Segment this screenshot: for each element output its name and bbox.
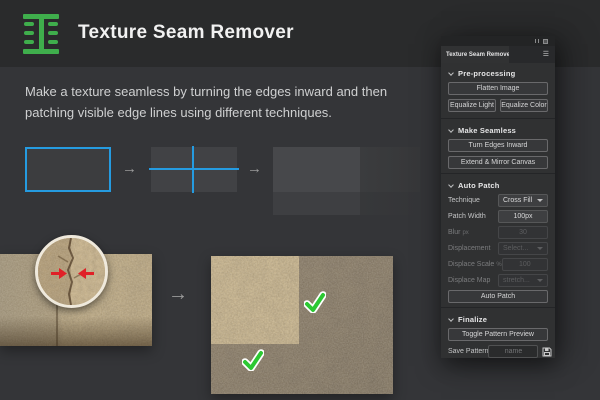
displacement-row: Displacement Select...	[448, 242, 548, 255]
patch-width-label: Patch Width	[448, 213, 486, 220]
extend-mirror-canvas-button[interactable]: Extend & Mirror Canvas	[448, 156, 548, 169]
intro-text: Make a texture seamless by turning the e…	[25, 81, 387, 123]
panel-menu-icon[interactable]: ☰	[543, 51, 549, 58]
displacement-dropdown: Select...	[498, 242, 548, 255]
quad-bottom-left	[273, 192, 360, 215]
chevron-down-icon	[537, 279, 543, 282]
patch-width-input[interactable]	[498, 210, 548, 223]
displacement-label: Displacement	[448, 245, 490, 252]
blur-label: Blur	[448, 229, 460, 236]
patch-width-row: Patch Width	[448, 210, 548, 223]
quad-top-right	[360, 147, 420, 192]
panel-options-icon[interactable]	[543, 39, 548, 44]
cross-horizontal-line	[149, 168, 239, 170]
equalize-color-button[interactable]: Equalize Color	[500, 99, 548, 112]
diagram-patched-result	[273, 147, 420, 215]
save-pattern-input[interactable]	[488, 345, 538, 358]
save-pattern-label: Save Pattern	[448, 348, 488, 355]
chevron-down-icon	[537, 247, 543, 250]
displace-scale-row: Displace Scale % 100	[448, 258, 548, 271]
panel-body: Pre-processing Flatten Image Equalize Li…	[441, 63, 555, 358]
arrow-right-icon: →	[122, 161, 137, 176]
equalize-light-button[interactable]: Equalize Light	[448, 99, 496, 112]
diagram-cross-split	[151, 147, 237, 192]
arrow-right-icon: →	[247, 161, 262, 176]
plugin-panel: Texture Seam Remover ☰ Pre-processing Fl…	[441, 36, 555, 358]
panel-title-strip	[441, 36, 555, 46]
section-divider	[441, 118, 555, 119]
checkmark-icon	[242, 349, 264, 371]
displace-map-dropdown: stretch...	[498, 274, 548, 287]
technique-dropdown[interactable]: Cross Fill	[498, 194, 548, 207]
section-auto-patch[interactable]: Auto Patch	[448, 180, 548, 191]
displace-scale-unit: %	[496, 262, 501, 268]
section-divider	[441, 307, 555, 308]
save-icon[interactable]	[542, 347, 552, 357]
promo-page: Texture Seam Remover Make a texture seam…	[0, 0, 600, 400]
diagram-selected-texture	[25, 147, 111, 192]
turn-edges-inward-button[interactable]: Turn Edges Inward	[448, 139, 548, 152]
checkmark-icon	[304, 291, 326, 313]
technique-label: Technique	[448, 197, 480, 204]
blur-row: Blur px 30	[448, 226, 548, 239]
panel-tab-bar: Texture Seam Remover ☰	[441, 46, 555, 63]
chevron-down-icon	[448, 182, 454, 188]
intro-line-1: Make a texture seamless by turning the e…	[25, 81, 387, 102]
seam-magnifier-circle	[35, 235, 108, 308]
quad-bottom-right	[360, 192, 420, 215]
page-title: Texture Seam Remover	[78, 22, 294, 44]
chevron-down-icon	[537, 199, 543, 202]
section-preprocessing[interactable]: Pre-processing	[448, 68, 548, 79]
technique-row: Technique Cross Fill	[448, 194, 548, 207]
blur-input: 30	[498, 226, 548, 239]
save-pattern-row: Save Pattern	[448, 345, 548, 358]
section-make-seamless[interactable]: Make Seamless	[448, 125, 548, 136]
collapse-panel-icon[interactable]	[535, 39, 540, 43]
app-logo-icon	[22, 14, 60, 54]
displace-scale-label: Displace Scale	[448, 261, 494, 268]
chevron-down-icon	[448, 70, 454, 76]
flatten-image-button[interactable]: Flatten Image	[448, 82, 548, 95]
section-divider	[441, 173, 555, 174]
chevron-down-icon	[448, 316, 454, 322]
toggle-pattern-preview-button[interactable]: Toggle Pattern Preview	[448, 328, 548, 341]
blur-unit: px	[462, 230, 468, 236]
section-finalize[interactable]: Finalize	[448, 314, 548, 325]
arrow-right-icon: →	[168, 283, 188, 306]
displace-map-label: Displace Map	[448, 277, 490, 284]
displace-scale-input: 100	[502, 258, 548, 271]
chevron-down-icon	[448, 127, 454, 133]
intro-line-2: patching visible edge lines using differ…	[25, 102, 387, 123]
texture-after-image	[211, 256, 393, 394]
panel-tab[interactable]: Texture Seam Remover	[441, 46, 509, 63]
quad-top-left	[273, 147, 360, 192]
auto-patch-button[interactable]: Auto Patch	[448, 290, 548, 303]
displace-map-row: Displace Map stretch...	[448, 274, 548, 287]
